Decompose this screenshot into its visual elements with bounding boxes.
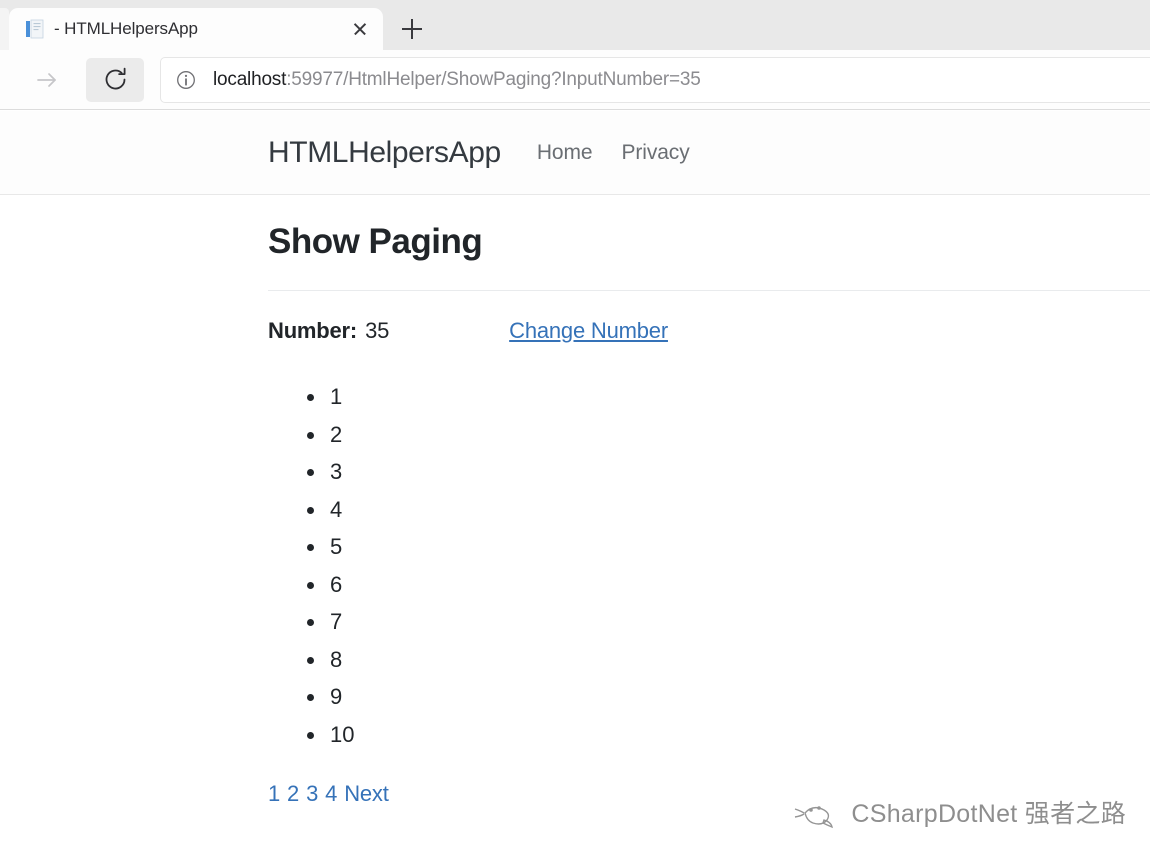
number-row: Number: 35 Change Number xyxy=(268,318,1150,348)
url-path: :59977/HtmlHelper/ShowPaging?InputNumber… xyxy=(286,68,701,90)
tab-strip: - HTMLHelpersApp xyxy=(0,0,1150,50)
paged-items-list: 1 2 3 4 5 6 7 8 9 10 xyxy=(268,378,1150,753)
title-divider xyxy=(268,290,1150,291)
main-content: Show Paging Number: 35 Change Number 1 2… xyxy=(0,195,1150,807)
site-info-icon[interactable] xyxy=(175,69,197,91)
list-item: 10 xyxy=(268,716,1150,754)
site-navbar: HTMLHelpersApp Home Privacy xyxy=(0,111,1150,195)
address-bar[interactable]: localhost:59977/HtmlHelper/ShowPaging?In… xyxy=(161,57,1150,102)
number-label: Number: xyxy=(268,318,358,343)
list-item: 4 xyxy=(268,491,1150,529)
wechat-mascot-icon xyxy=(793,795,845,829)
list-item: 8 xyxy=(268,641,1150,679)
document-favicon xyxy=(25,19,45,39)
tab-strip-left-edge xyxy=(0,8,9,50)
number-value: 35 xyxy=(365,318,390,343)
list-item: 5 xyxy=(268,528,1150,566)
browser-window: - HTMLHelpersApp localhost:59977/HtmlHel… xyxy=(0,0,1150,858)
forward-arrow-icon[interactable] xyxy=(24,60,70,100)
list-item: 6 xyxy=(268,566,1150,604)
page-viewport: HTMLHelpersApp Home Privacy Show Paging … xyxy=(0,111,1150,858)
browser-tab[interactable]: - HTMLHelpersApp xyxy=(9,8,383,50)
list-item: 7 xyxy=(268,603,1150,641)
page-title: Show Paging xyxy=(268,222,483,261)
browser-toolbar: localhost:59977/HtmlHelper/ShowPaging?In… xyxy=(0,50,1150,110)
url-host: localhost xyxy=(213,68,287,90)
list-item: 9 xyxy=(268,678,1150,716)
url-text: localhost:59977/HtmlHelper/ShowPaging?In… xyxy=(213,69,701,91)
reload-icon[interactable] xyxy=(86,57,144,102)
tab-title: - HTMLHelpersApp xyxy=(54,19,198,38)
nav-link-privacy[interactable]: Privacy xyxy=(621,141,689,165)
watermark: CSharpDotNet 强者之路 xyxy=(793,794,1126,830)
pagination-page-1[interactable]: 1 xyxy=(268,781,280,807)
watermark-text: CSharpDotNet 强者之路 xyxy=(851,800,1126,828)
close-icon[interactable] xyxy=(347,16,373,42)
site-brand[interactable]: HTMLHelpersApp xyxy=(268,136,501,170)
pagination-page-3[interactable]: 3 xyxy=(306,781,318,807)
list-item: 3 xyxy=(268,453,1150,491)
list-item: 2 xyxy=(268,416,1150,454)
site-nav: Home Privacy xyxy=(537,141,690,165)
new-tab-button[interactable] xyxy=(389,8,435,50)
pagination-page-4[interactable]: 4 xyxy=(325,781,337,807)
pagination-page-2[interactable]: 2 xyxy=(287,781,299,807)
change-number-link[interactable]: Change Number xyxy=(509,318,668,344)
nav-link-home[interactable]: Home xyxy=(537,141,593,165)
pagination-next[interactable]: Next xyxy=(344,781,389,807)
list-item: 1 xyxy=(268,378,1150,416)
